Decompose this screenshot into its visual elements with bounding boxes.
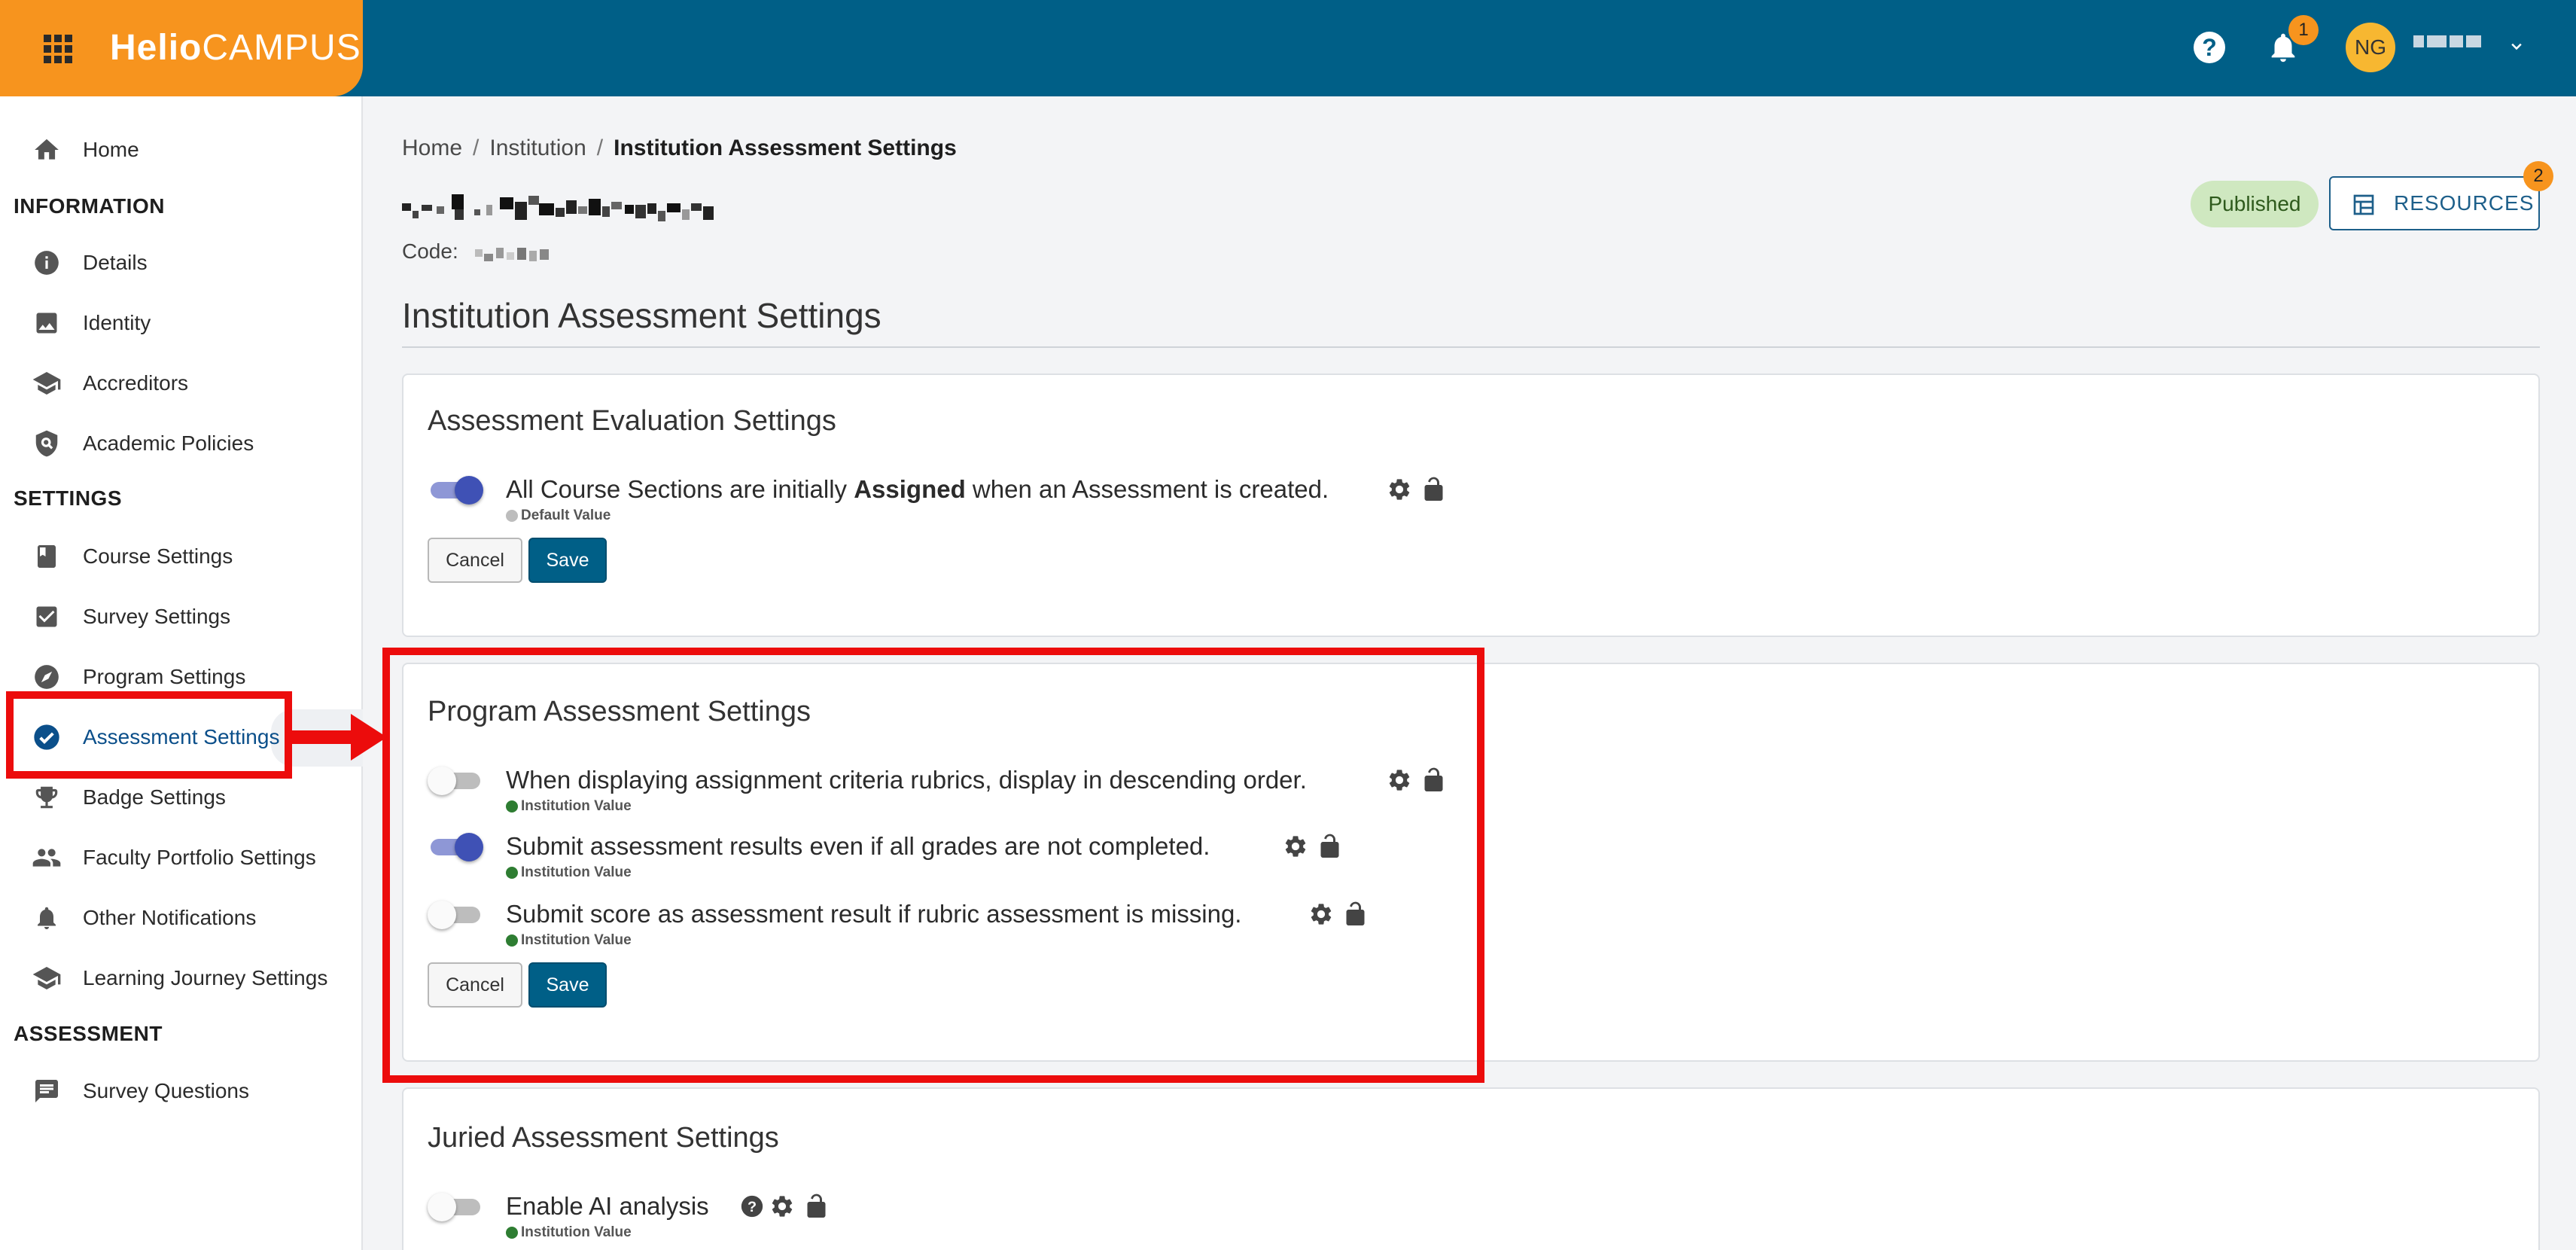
- gear-icon[interactable]: [1387, 477, 1412, 502]
- chevron-down-icon[interactable]: [2507, 39, 2526, 54]
- breadcrumb-institution[interactable]: Institution: [489, 136, 586, 160]
- book-icon: [32, 541, 62, 572]
- sidebar-item-label: Survey Settings: [83, 605, 231, 628]
- setting-actions: ?: [739, 1193, 831, 1220]
- sidebar-item-label: Learning Journey Settings: [83, 966, 328, 989]
- setting-row: All Course Sections are initially Assign…: [428, 474, 1481, 535]
- sidebar-item-label: Faculty Portfolio Settings: [83, 846, 316, 869]
- setting-toggle[interactable]: [428, 474, 483, 505]
- value-source: Institution Value: [506, 1224, 632, 1241]
- sidebar-section-information: INFORMATION: [14, 194, 165, 218]
- resources-count-badge: 2: [2523, 161, 2553, 191]
- sidebar-item-details[interactable]: Details: [0, 240, 363, 285]
- sidebar-item-other-notifications[interactable]: Other Notifications: [0, 895, 363, 941]
- institution-name-redacted: [402, 194, 714, 221]
- bell-icon: [32, 903, 62, 933]
- sidebar-item-accreditors[interactable]: Accreditors: [0, 361, 363, 406]
- highlight-box-program-card: [382, 648, 1484, 1083]
- institution-code-redacted: [474, 247, 549, 261]
- help-circle-icon[interactable]: ?: [739, 1194, 765, 1219]
- breadcrumb-home[interactable]: Home: [402, 136, 462, 160]
- sidebar-section-settings: SETTINGS: [14, 486, 123, 510]
- unlock-icon[interactable]: [799, 1193, 827, 1220]
- save-button[interactable]: Save: [528, 538, 607, 583]
- sidebar-item-survey-settings[interactable]: Survey Settings: [0, 594, 363, 639]
- sidebar-item-survey-questions[interactable]: Survey Questions: [0, 1069, 363, 1114]
- svg-text:?: ?: [748, 1199, 757, 1215]
- apps-grid-icon[interactable]: [44, 35, 72, 63]
- sidebar-item-badge-settings[interactable]: Badge Settings: [0, 775, 363, 820]
- sidebar-item-label: Program Settings: [83, 665, 246, 688]
- dashboard-icon: [2353, 194, 2374, 215]
- sidebar-item-label: Accreditors: [83, 371, 189, 395]
- sidebar-item-learning-journey-settings[interactable]: Learning Journey Settings: [0, 956, 363, 1001]
- compass-icon: [32, 662, 62, 692]
- highlight-box-sidebar: [6, 691, 292, 779]
- resources-label: RESOURCES: [2394, 191, 2535, 215]
- sidebar: Home INFORMATION Details Identity Accred…: [0, 96, 363, 1250]
- sidebar-item-academic-policies[interactable]: Academic Policies: [0, 421, 363, 466]
- resources-button[interactable]: RESOURCES: [2329, 176, 2540, 230]
- sidebar-item-label: Academic Policies: [83, 431, 254, 455]
- sidebar-item-label: Details: [83, 251, 148, 274]
- shield-search-icon: [32, 428, 62, 459]
- heliocampus-logo[interactable]: HelioCAMPUS: [110, 27, 361, 69]
- sidebar-item-label: Other Notifications: [83, 906, 257, 929]
- sidebar-item-label: Badge Settings: [83, 785, 226, 809]
- notification-count-badge: 1: [2288, 15, 2319, 45]
- page-title: Institution Assessment Settings: [402, 296, 882, 335]
- institution-code: Code:: [402, 239, 553, 264]
- sidebar-item-course-settings[interactable]: Course Settings: [0, 534, 363, 579]
- gear-icon[interactable]: [769, 1194, 795, 1219]
- user-avatar[interactable]: NG: [2346, 23, 2395, 72]
- cancel-button[interactable]: Cancel: [428, 538, 522, 583]
- top-bar: HelioCAMPUS ? 1 NG: [0, 0, 2576, 96]
- people-icon: [32, 843, 62, 873]
- brand-area: HelioCAMPUS: [0, 0, 363, 96]
- graduation-cap-icon: [32, 963, 62, 993]
- checkbox-icon: [32, 602, 62, 632]
- sidebar-item-home[interactable]: Home: [0, 127, 363, 172]
- card-title: Juried Assessment Settings: [428, 1122, 779, 1154]
- setting-label: All Course Sections are initially Assign…: [506, 475, 1329, 503]
- status-badge: Published: [2191, 181, 2319, 227]
- value-source-dot: [506, 510, 518, 522]
- value-source-dot: [506, 1227, 518, 1239]
- home-icon: [32, 135, 62, 165]
- sidebar-item-identity[interactable]: Identity: [0, 300, 363, 346]
- sidebar-item-label: Home: [83, 138, 139, 161]
- setting-row: Enable AI analysis Institution Value ?: [428, 1191, 1180, 1250]
- info-icon: [32, 248, 62, 278]
- setting-toggle[interactable]: [428, 1191, 483, 1221]
- assessment-evaluation-card: Assessment Evaluation Settings All Cours…: [402, 373, 2540, 637]
- breadcrumb-current: Institution Assessment Settings: [614, 136, 957, 160]
- sidebar-item-label: Survey Questions: [83, 1079, 249, 1102]
- breadcrumb: Home / Institution / Institution Assessment …: [402, 136, 957, 160]
- unlock-icon[interactable]: [1417, 476, 1444, 503]
- chat-icon: [32, 1076, 62, 1106]
- card-title: Assessment Evaluation Settings: [428, 405, 836, 437]
- trophy-icon: [32, 782, 62, 812]
- sidebar-item-label: Course Settings: [83, 544, 233, 568]
- graduation-cap-icon: [32, 368, 62, 398]
- user-name-redacted[interactable]: [2413, 35, 2489, 53]
- juried-assessment-card: Juried Assessment Settings Enable AI ana…: [402, 1087, 2540, 1250]
- image-icon: [32, 308, 62, 338]
- title-divider: [402, 346, 2540, 348]
- highlight-arrow-icon: [289, 714, 387, 761]
- sidebar-item-faculty-portfolio-settings[interactable]: Faculty Portfolio Settings: [0, 835, 363, 880]
- setting-actions: [1387, 476, 1448, 503]
- sidebar-item-label: Identity: [83, 311, 151, 334]
- code-label: Code:: [402, 239, 458, 263]
- setting-label: Enable AI analysis: [506, 1192, 709, 1220]
- value-source: Default Value: [506, 508, 611, 524]
- sidebar-section-assessment: ASSESSMENT: [14, 1022, 163, 1045]
- help-icon[interactable]: ?: [2194, 32, 2225, 63]
